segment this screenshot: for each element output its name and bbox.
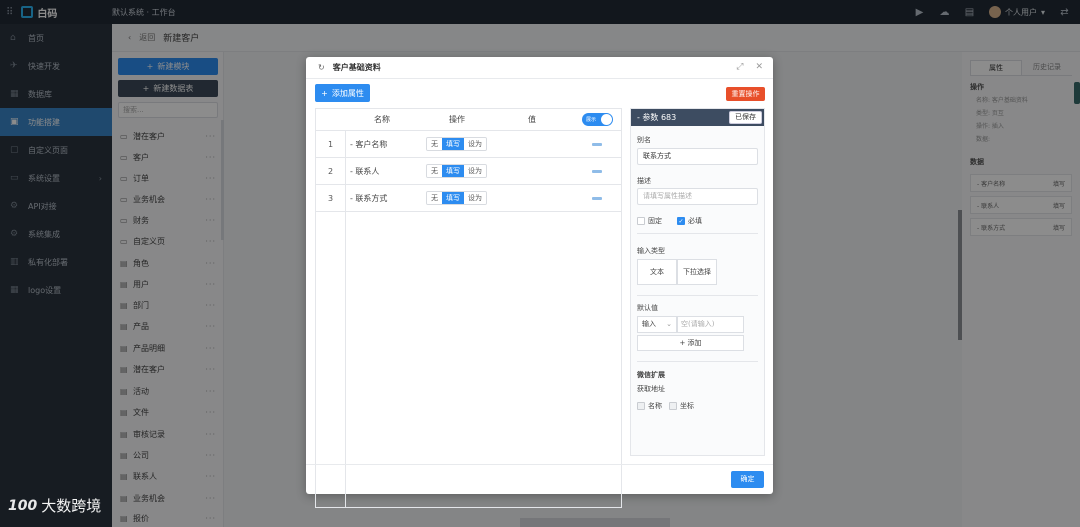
- side-handle[interactable]: [1074, 82, 1080, 104]
- op-none-button[interactable]: 无: [427, 138, 442, 150]
- row-name: - 联系方式: [350, 194, 388, 203]
- modal-header: ↻ 客户基础资料 ⤢ ✕: [306, 57, 773, 79]
- fullscreen-icon[interactable]: ⤢: [736, 62, 743, 72]
- checkbox-icon: [637, 402, 645, 410]
- row-name: - 客户名称: [350, 140, 388, 149]
- divider: [637, 295, 758, 296]
- attribute-table: 名称 操作 值 展示 1 - 客户名称 无 填写 设为 2 - 联系人 无 填写…: [315, 108, 622, 508]
- op-segmented: 无 填写 设为: [426, 164, 487, 178]
- checkbox-label: 坐标: [680, 402, 694, 410]
- modal-footer-divider: [306, 464, 773, 465]
- watermark-logo: 100: [8, 497, 38, 514]
- checkbox-icon: [669, 402, 677, 410]
- watermark: 100 大数跨境: [8, 495, 101, 516]
- modal-title: 客户基础资料: [332, 63, 381, 72]
- column-header-op: 操作: [449, 115, 465, 124]
- table-header: 名称 操作 值 展示: [316, 109, 621, 131]
- checkbox-icon: [637, 217, 645, 225]
- get-location-label: 获取地址: [637, 385, 665, 393]
- value-edit-icon[interactable]: [592, 143, 602, 146]
- op-fill-button[interactable]: 填写: [442, 192, 464, 204]
- close-icon[interactable]: ✕: [755, 62, 763, 72]
- op-fill-button[interactable]: 填写: [442, 138, 464, 150]
- input-type-label: 输入类型: [637, 247, 665, 255]
- fixed-checkbox[interactable]: 固定: [637, 216, 662, 226]
- op-segmented: 无 填写 设为: [426, 137, 487, 151]
- value-edit-icon[interactable]: [592, 170, 602, 173]
- toggle-label: 展示: [586, 117, 597, 123]
- default-value-label: 默认值: [637, 304, 658, 312]
- op-set-button[interactable]: 设为: [464, 192, 486, 204]
- parameter-panel: - 参数 683 已保存 别名 联系方式 描述 请填写属性描述 固定 ✓ 必填 …: [630, 108, 765, 456]
- table-row[interactable]: 1 - 客户名称 无 填写 设为: [316, 131, 621, 158]
- row-number: 1: [327, 140, 334, 149]
- name-checkbox[interactable]: 名称: [637, 401, 662, 411]
- toggle-knob: [601, 114, 612, 125]
- parameter-header: - 参数 683 已保存: [631, 109, 764, 126]
- checkbox-checked-icon: ✓: [677, 217, 685, 225]
- attribute-modal: ↻ 客户基础资料 ⤢ ✕ + 添加属性 重置操作 名称 操作 值 展示 1 - …: [306, 57, 773, 508]
- description-label: 描述: [637, 177, 651, 185]
- column-header-value: 值: [528, 115, 536, 124]
- row-number: 3: [327, 194, 334, 203]
- add-value-button[interactable]: + 添加: [637, 335, 744, 351]
- value-edit-icon[interactable]: [592, 197, 602, 200]
- button-label: 添加属性: [331, 88, 364, 98]
- checkbox-label: 名称: [648, 402, 662, 410]
- default-type-select[interactable]: 输入 ⌄: [637, 316, 677, 333]
- checkbox-label: 固定: [648, 217, 662, 225]
- op-fill-button[interactable]: 填写: [442, 165, 464, 177]
- divider: [637, 233, 758, 234]
- wechat-extension-label: 微信扩展: [637, 371, 665, 379]
- type-text-option[interactable]: 文本: [637, 259, 677, 285]
- add-attribute-button[interactable]: + 添加属性: [315, 84, 370, 102]
- description-input[interactable]: 请填写属性描述: [637, 188, 758, 205]
- alias-label: 别名: [637, 136, 651, 144]
- chevron-down-icon: ⌄: [666, 320, 672, 328]
- type-dropdown-option[interactable]: 下拉选择: [677, 259, 717, 285]
- table-row[interactable]: 3 - 联系方式 无 填写 设为: [316, 185, 621, 212]
- confirm-button[interactable]: 确定: [731, 471, 764, 488]
- column-header-name: 名称: [374, 115, 390, 124]
- plus-icon: +: [321, 88, 328, 98]
- table-row[interactable]: 2 - 联系人 无 填写 设为: [316, 158, 621, 185]
- op-none-button[interactable]: 无: [427, 165, 442, 177]
- op-set-button[interactable]: 设为: [464, 138, 486, 150]
- modal-controls: ⤢ ✕: [736, 62, 763, 72]
- select-value: 输入: [642, 320, 656, 328]
- op-none-button[interactable]: 无: [427, 192, 442, 204]
- watermark-text: 大数跨境: [41, 497, 102, 515]
- alias-input[interactable]: 联系方式: [637, 148, 758, 165]
- default-value-input[interactable]: 空(请输入): [677, 316, 744, 333]
- reset-operation-button[interactable]: 重置操作: [726, 87, 765, 101]
- parameter-title: - 参数 683: [637, 113, 677, 122]
- row-number: 2: [327, 167, 334, 176]
- required-checkbox[interactable]: ✓ 必填: [677, 216, 702, 226]
- refresh-icon[interactable]: ↻: [318, 63, 325, 72]
- checkbox-label: 必填: [688, 217, 702, 225]
- row-name: - 联系人: [350, 167, 380, 176]
- divider: [637, 361, 758, 362]
- op-segmented: 无 填写 设为: [426, 191, 487, 205]
- saved-button[interactable]: 已保存: [729, 111, 762, 124]
- display-toggle[interactable]: 展示: [582, 113, 613, 126]
- coordinate-checkbox[interactable]: 坐标: [669, 401, 694, 411]
- op-set-button[interactable]: 设为: [464, 165, 486, 177]
